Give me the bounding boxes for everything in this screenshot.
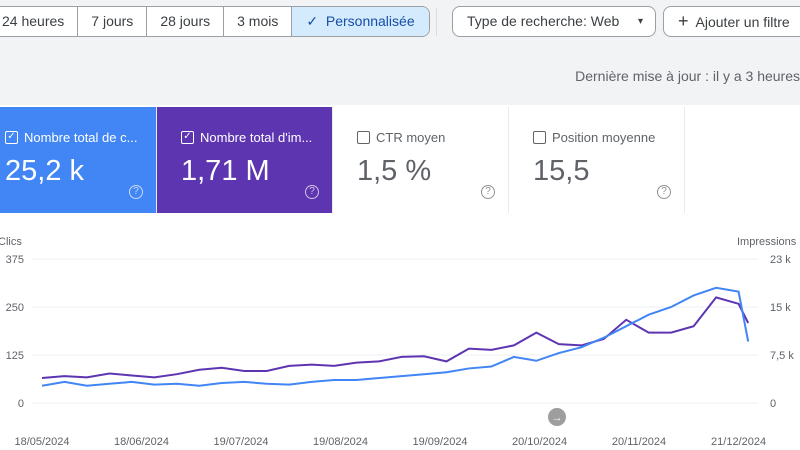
right-tick-label: 7,5 k	[770, 350, 794, 362]
left-tick-label: 0	[18, 398, 24, 410]
left-tick-label: 250	[6, 302, 24, 314]
right-tick-label: 0	[770, 398, 776, 410]
x-tick-label: 18/06/2024	[114, 436, 169, 448]
x-tick-label: 19/08/2024	[313, 436, 368, 448]
x-tick-label: 19/07/2024	[213, 436, 268, 448]
x-tick-label: 20/10/2024	[512, 436, 567, 448]
series-line-clics	[41, 286, 750, 387]
x-tick-label: 20/11/2024	[612, 436, 666, 448]
right-tick-label: 15 k	[770, 302, 791, 314]
series-line-impressions	[41, 296, 750, 380]
x-tick-label: 19/09/2024	[413, 436, 468, 448]
right-tick-label: 23 k	[770, 254, 791, 266]
left-tick-label: 125	[6, 350, 24, 362]
chart-svg: 0 0 125 7,5 k 250 15 k 375 23 k 18/05/2024 18/06/…	[6, 254, 795, 448]
arrow-right-icon: →	[552, 412, 563, 424]
x-tick-label: 21/12/2024	[711, 436, 766, 448]
left-tick-label: 375	[6, 254, 24, 266]
x-tick-label: 18/05/2024	[14, 436, 69, 448]
